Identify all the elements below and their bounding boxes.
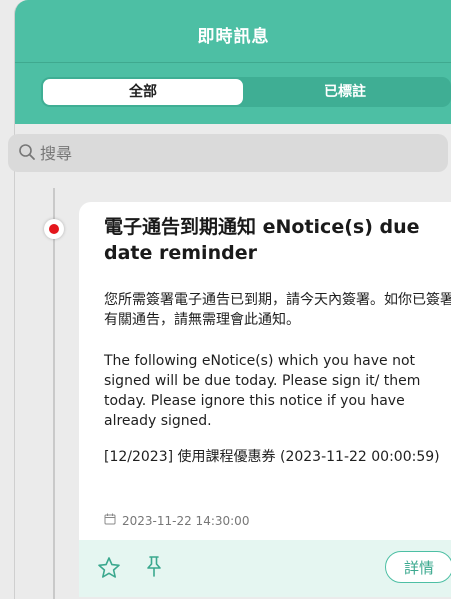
search-bar (8, 134, 448, 172)
star-icon[interactable] (97, 556, 121, 580)
calendar-icon (104, 513, 116, 528)
page-title: 即時訊息 (197, 27, 270, 47)
notice-title: 電子通告到期通知 eNotice(s) due date reminder (104, 216, 420, 264)
filter-segmented-control: 全部 已標註 (41, 77, 451, 107)
tab-all[interactable]: 全部 (43, 79, 243, 105)
timeline-line (53, 188, 55, 599)
tab-starred[interactable]: 已標註 (245, 79, 445, 105)
notice-datetime: 2023-11-22 14:30:00 (122, 513, 250, 528)
messages-panel: 即時訊息 全部 已標註 電子通告到期通知 eNotice(s) due date… (14, 0, 451, 599)
pin-icon[interactable] (143, 554, 165, 578)
unread-indicator (44, 219, 64, 239)
details-button[interactable]: 詳情 (385, 551, 451, 583)
notice-action-bar: 詳情 (79, 540, 451, 597)
header-bar: 即時訊息 全部 已標註 (15, 0, 451, 124)
notice-card[interactable]: 電子通告到期通知 eNotice(s) due date reminder 您所… (79, 202, 451, 597)
notice-body-english: The following eNotice(s) which you have … (104, 353, 421, 429)
notice-body-chinese: 您所需簽署電子通告已到期，請今天內簽署。如你已簽署有關通告，請無需理會此通知。 (104, 292, 451, 328)
header-divider (15, 62, 451, 63)
notice-date-row: 2023-11-22 14:30:00 (104, 513, 249, 528)
search-icon (18, 143, 36, 165)
notice-item: [12/2023] 使用課程優惠券 (2023-11-22 00:00:59) (104, 449, 440, 465)
search-input[interactable] (40, 140, 420, 166)
